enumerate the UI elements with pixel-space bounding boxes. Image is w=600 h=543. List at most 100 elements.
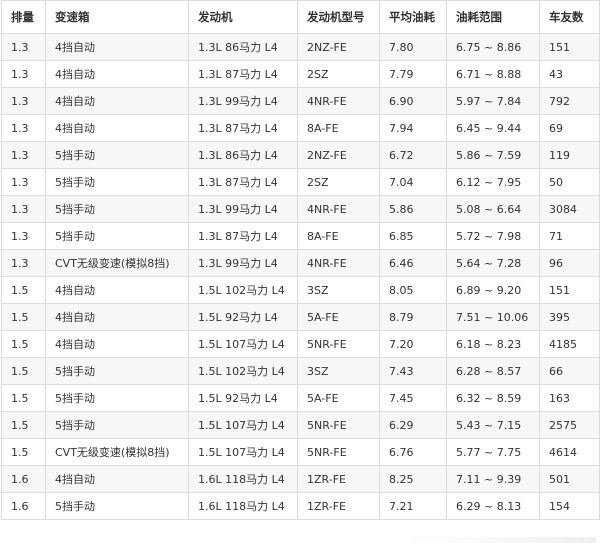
cell-transmission: 4挡自动 [45, 465, 189, 493]
cell-consumption-range: 5.72 ~ 7.98 [446, 222, 540, 250]
cell-engine-model: 5NR-FE [297, 411, 380, 439]
table-row: 1.5 5挡手动 1.5L 107马力 L4 5NR-FE 6.29 5.43 ~ 7.1… [1, 411, 600, 439]
cell-displacement: 1.3 [1, 195, 46, 223]
cell-engine: 1.5L 102马力 L4 [188, 357, 298, 385]
cell-owner-count: 792 [539, 87, 600, 115]
cell-engine: 1.3L 87马力 L4 [188, 114, 298, 142]
cell-owner-count: 395 [539, 303, 600, 331]
cell-owner-count: 71 [539, 222, 600, 250]
cell-transmission: 5挡手动 [45, 384, 189, 412]
table-row: 1.6 5挡手动 1.6L 118马力 L4 1ZR-FE 7.21 6.29 ~ 8.1… [1, 492, 600, 520]
cell-transmission: 4挡自动 [45, 87, 189, 115]
cell-engine: 1.5L 107马力 L4 [188, 411, 298, 439]
cell-displacement: 1.5 [1, 303, 46, 331]
cell-engine-model: 4NR-FE [297, 249, 380, 277]
cell-owner-count: 151 [539, 276, 600, 304]
cell-owner-count: 501 [539, 465, 600, 493]
cell-displacement: 1.3 [1, 168, 46, 196]
cell-consumption-range: 5.97 ~ 7.84 [446, 87, 540, 115]
cell-consumption-range: 6.75 ~ 8.86 [446, 33, 540, 61]
cell-transmission: CVT无级变速(模拟8挡) [45, 438, 189, 466]
cell-displacement: 1.3 [1, 222, 46, 250]
cell-engine: 1.3L 99马力 L4 [188, 87, 298, 115]
cell-engine-model: 4NR-FE [297, 87, 380, 115]
cell-transmission: 4挡自动 [45, 60, 189, 88]
cell-transmission: 5挡手动 [45, 411, 189, 439]
cell-engine-model: 1ZR-FE [297, 492, 380, 520]
cell-engine-model: 5NR-FE [297, 330, 380, 358]
cell-displacement: 1.5 [1, 384, 46, 412]
cell-engine: 1.3L 87马力 L4 [188, 60, 298, 88]
cell-consumption-range: 7.51 ~ 10.06 [446, 303, 540, 331]
cell-engine: 1.5L 107马力 L4 [188, 330, 298, 358]
cell-displacement: 1.3 [1, 249, 46, 277]
cell-consumption-range: 6.89 ~ 9.20 [446, 276, 540, 304]
table-row: 1.5 5挡手动 1.5L 102马力 L4 3SZ 7.43 6.28 ~ 8.57 66 [1, 357, 600, 385]
table-row: 1.5 4挡自动 1.5L 107马力 L4 5NR-FE 7.20 6.18 ~ 8.2… [1, 330, 600, 358]
cell-consumption-range: 5.43 ~ 7.15 [446, 411, 540, 439]
cell-consumption-range: 6.18 ~ 8.23 [446, 330, 540, 358]
cell-owner-count: 151 [539, 33, 600, 61]
fuel-consumption-table-container: 排量 变速箱 发动机 发动机型号 平均油耗 油耗范围 车友数 1.3 4挡自动 1.… [0, 0, 600, 543]
cell-transmission: 5挡手动 [45, 168, 189, 196]
cell-displacement: 1.5 [1, 330, 46, 358]
cell-owner-count: 2575 [539, 411, 600, 439]
cell-consumption-range: 6.12 ~ 7.95 [446, 168, 540, 196]
cell-avg-consumption: 6.85 [379, 222, 447, 250]
cell-transmission: 4挡自动 [45, 114, 189, 142]
cell-avg-consumption: 8.05 [379, 276, 447, 304]
cell-transmission: 4挡自动 [45, 33, 189, 61]
cell-consumption-range: 5.08 ~ 6.64 [446, 195, 540, 223]
table-row: 1.3 5挡手动 1.3L 86马力 L4 2NZ-FE 6.72 5.86 ~ 7.59… [1, 141, 600, 169]
cell-owner-count: 4614 [539, 438, 600, 466]
cell-displacement: 1.3 [1, 60, 46, 88]
cell-engine: 1.3L 99马力 L4 [188, 195, 298, 223]
table-row: 1.3 5挡手动 1.3L 99马力 L4 4NR-FE 5.86 5.08 ~ 6.64… [1, 195, 600, 223]
cell-engine: 1.3L 99马力 L4 [188, 249, 298, 277]
cell-engine: 1.3L 87马力 L4 [188, 222, 298, 250]
table-row: 1.3 CVT无级变速(模拟8挡) 1.3L 99马力 L4 4NR-FE 6.46 5.… [1, 249, 600, 277]
cell-consumption-range: 5.86 ~ 7.59 [446, 141, 540, 169]
cell-engine-model: 4NR-FE [297, 195, 380, 223]
cell-engine-model: 5A-FE [297, 384, 380, 412]
cell-consumption-range: 6.28 ~ 8.57 [446, 357, 540, 385]
cell-engine-model: 5NR-FE [297, 438, 380, 466]
cell-displacement: 1.3 [1, 87, 46, 115]
cell-owner-count: 96 [539, 249, 600, 277]
cell-avg-consumption: 8.25 [379, 465, 447, 493]
table-row: 1.3 5挡手动 1.3L 87马力 L4 2SZ 7.04 6.12 ~ 7.95 50 [1, 168, 600, 196]
cell-transmission: 4挡自动 [45, 303, 189, 331]
cell-transmission: 4挡自动 [45, 330, 189, 358]
cell-consumption-range: 6.29 ~ 8.13 [446, 492, 540, 520]
cell-engine-model: 5A-FE [297, 303, 380, 331]
cell-engine-model: 1ZR-FE [297, 465, 380, 493]
cell-displacement: 1.3 [1, 33, 46, 61]
cell-engine-model: 8A-FE [297, 222, 380, 250]
cell-owner-count: 3084 [539, 195, 600, 223]
table-row: 1.5 CVT无级变速(模拟8挡) 1.5L 107马力 L4 5NR-FE 6.76 5… [1, 438, 600, 466]
cell-owner-count: 119 [539, 141, 600, 169]
cell-avg-consumption: 7.79 [379, 60, 447, 88]
cell-consumption-range: 5.64 ~ 7.28 [446, 249, 540, 277]
table-row: 1.5 4挡自动 1.5L 92马力 L4 5A-FE 8.79 7.51 ~ 10.06… [1, 303, 600, 331]
cell-engine: 1.6L 118马力 L4 [188, 492, 298, 520]
cell-engine-model: 2SZ [297, 168, 380, 196]
table-row: 1.6 4挡自动 1.6L 118马力 L4 1ZR-FE 8.25 7.11 ~ 9.3… [1, 465, 600, 493]
cell-avg-consumption: 7.20 [379, 330, 447, 358]
cell-avg-consumption: 5.86 [379, 195, 447, 223]
cell-avg-consumption: 7.45 [379, 384, 447, 412]
table-header: 排量 变速箱 发动机 发动机型号 平均油耗 油耗范围 车友数 [1, 0, 600, 34]
cell-transmission: 5挡手动 [45, 492, 189, 520]
cell-consumption-range: 6.32 ~ 8.59 [446, 384, 540, 412]
cell-engine: 1.3L 86马力 L4 [188, 33, 298, 61]
header-engine: 发动机 [188, 0, 298, 34]
cell-consumption-range: 6.45 ~ 9.44 [446, 114, 540, 142]
header-displacement: 排量 [1, 0, 46, 34]
cell-engine-model: 3SZ [297, 357, 380, 385]
cell-engine-model: 8A-FE [297, 114, 380, 142]
cell-owner-count: 163 [539, 384, 600, 412]
cell-displacement: 1.5 [1, 276, 46, 304]
cell-owner-count: 69 [539, 114, 600, 142]
cell-avg-consumption: 6.76 [379, 438, 447, 466]
cell-displacement: 1.5 [1, 438, 46, 466]
